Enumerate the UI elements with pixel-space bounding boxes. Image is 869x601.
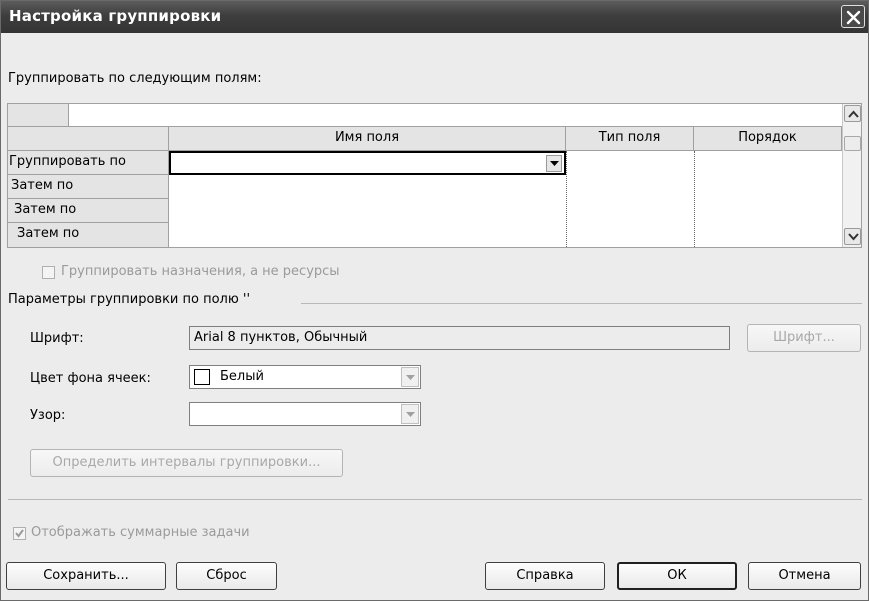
dialog-title: Настройка группировки <box>9 7 222 25</box>
group-box-line <box>301 303 862 304</box>
show-summary-label: Отображать суммарные задачи <box>31 525 250 540</box>
font-label: Шрифт: <box>30 331 84 346</box>
close-button[interactable] <box>841 5 865 28</box>
chevron-down-icon <box>848 233 859 241</box>
chevron-up-icon <box>848 110 859 118</box>
ok-button[interactable]: ОК <box>617 562 737 590</box>
group-fields-label: Группировать по следующим полям: <box>8 71 262 86</box>
show-summary-checkbox[interactable] <box>13 527 26 540</box>
group-assignments-label: Группировать назначения, а не ресурсы <box>61 264 340 279</box>
dropdown-button[interactable] <box>546 155 562 172</box>
grid-corner <box>8 104 69 127</box>
grouping-grid[interactable]: Имя поля Тип поля Порядок Группировать п… <box>7 103 862 248</box>
help-button[interactable]: Справка <box>485 562 605 590</box>
close-icon <box>846 10 861 25</box>
pattern-label: Узор: <box>30 408 66 423</box>
field-name-dropdown[interactable] <box>169 151 566 175</box>
bg-color-select[interactable]: Белый <box>189 365 421 389</box>
group-settings-dialog: Настройка группировки Группировать по сл… <box>0 0 869 601</box>
group-assignments-checkbox[interactable] <box>42 266 55 279</box>
column-header-field-type: Тип поля <box>566 127 694 151</box>
row-header-group-by: Группировать по <box>8 151 169 175</box>
grid-edit-bar[interactable] <box>69 104 842 127</box>
reset-button[interactable]: Сброс <box>176 562 277 590</box>
grid-rowheader-column <box>8 127 169 151</box>
define-intervals-button[interactable]: Определить интервалы группировки... <box>30 449 343 477</box>
font-display-field: Arial 8 пунктов, Обычный <box>189 326 730 350</box>
scroll-thumb[interactable] <box>844 136 861 151</box>
row-header-then-by-2: Затем по <box>8 199 169 223</box>
column-header-order: Порядок <box>694 127 842 151</box>
pattern-dropdown-button[interactable] <box>401 404 419 424</box>
bg-color-label: Цвет фона ячеек: <box>30 371 151 386</box>
scroll-down-button[interactable] <box>844 228 861 245</box>
bg-color-dropdown-button[interactable] <box>401 367 419 387</box>
dropdown-arrow-icon <box>550 161 559 166</box>
field-name-cells[interactable] <box>170 175 566 247</box>
field-type-cells[interactable] <box>567 151 693 247</box>
grid-vertical-scrollbar[interactable] <box>842 104 861 247</box>
dropdown-arrow-icon <box>406 375 415 380</box>
scroll-up-button[interactable] <box>844 105 861 122</box>
separator <box>8 499 862 500</box>
dropdown-arrow-icon <box>406 412 415 417</box>
order-cells[interactable] <box>695 151 841 247</box>
title-bar[interactable]: Настройка группировки <box>1 1 868 33</box>
column-header-field-name: Имя поля <box>169 127 566 151</box>
cancel-button[interactable]: Отмена <box>748 562 861 590</box>
row-header-then-by-1: Затем по <box>8 175 169 199</box>
checkmark-icon <box>15 529 24 538</box>
color-swatch <box>194 369 210 385</box>
group-params-title: Параметры группировки по полю '' <box>8 292 251 307</box>
save-button[interactable]: Сохранить... <box>6 562 166 590</box>
font-button[interactable]: Шрифт... <box>747 324 861 352</box>
row-header-then-by-3: Затем по <box>8 223 169 247</box>
pattern-select[interactable] <box>189 402 421 426</box>
